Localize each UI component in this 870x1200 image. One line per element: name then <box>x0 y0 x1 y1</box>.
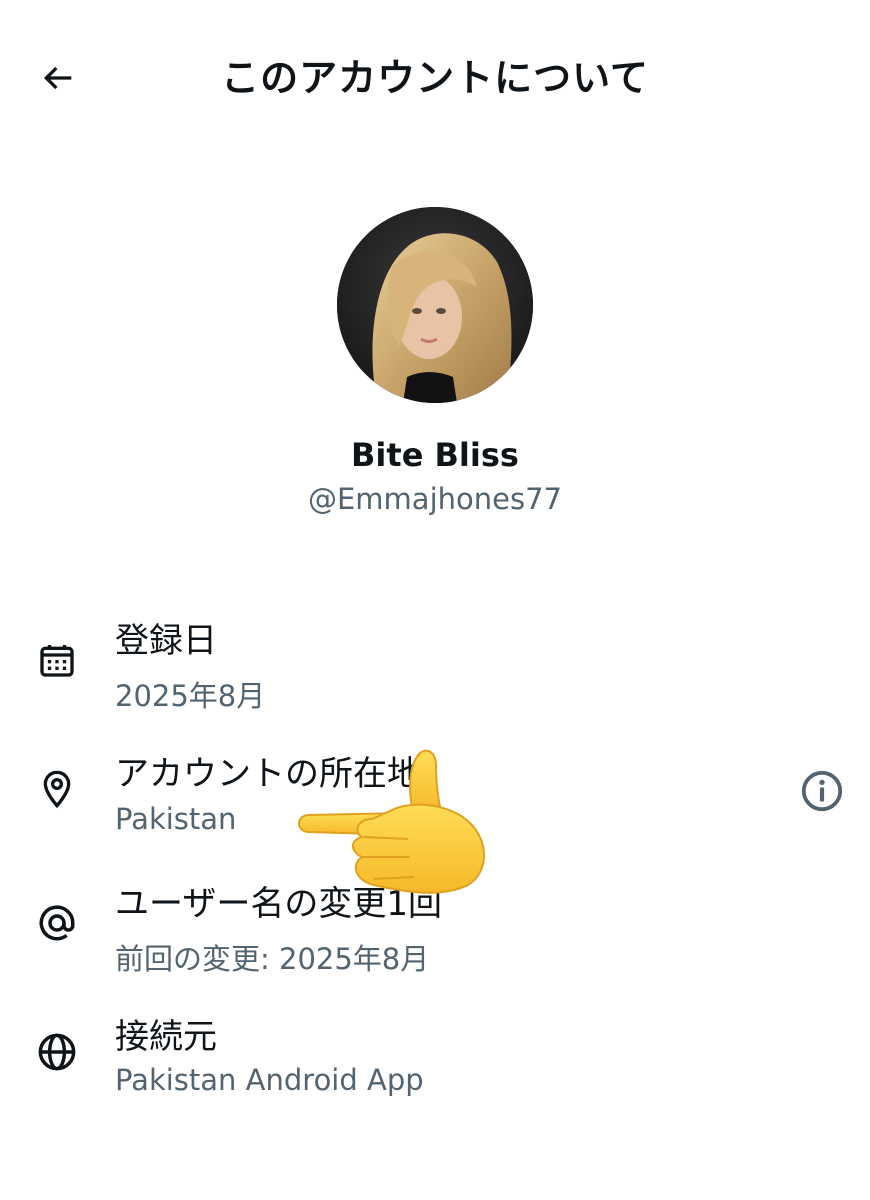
info-button[interactable] <box>796 765 848 817</box>
display-name: Bite Bliss <box>351 436 519 474</box>
calendar-icon <box>34 637 80 683</box>
location-pin-icon <box>34 766 80 812</box>
row-label: 登録日 <box>115 621 217 661</box>
globe-icon <box>34 1029 80 1075</box>
info-row-joined: 登録日 2025年8月 <box>0 605 870 725</box>
header: このアカウントについて <box>0 0 870 160</box>
pointing-hand-icon <box>290 745 495 895</box>
row-label: 接続元 <box>115 1017 217 1057</box>
username-handle: @Emmajhones77 <box>307 482 562 516</box>
row-value: 前回の変更: 2025年8月 <box>115 942 430 976</box>
row-value: 2025年8月 <box>115 679 266 713</box>
at-sign-icon <box>34 900 80 946</box>
info-icon <box>801 770 843 812</box>
row-value: Pakistan Android App <box>115 1063 424 1097</box>
row-value: Pakistan <box>115 802 237 836</box>
avatar[interactable] <box>337 207 533 403</box>
page-title: このアカウントについて <box>221 56 649 100</box>
info-row-connected-via: 接続元 Pakistan Android App <box>0 1003 870 1123</box>
